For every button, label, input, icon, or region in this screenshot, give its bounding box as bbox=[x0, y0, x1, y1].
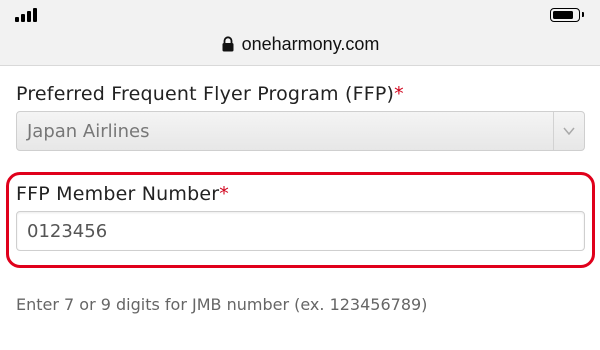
ffp-select[interactable]: Japan Airlines bbox=[16, 111, 585, 151]
lock-icon bbox=[222, 36, 234, 52]
dropdown-arrow-icon[interactable] bbox=[553, 112, 584, 150]
url-text: oneharmony.com bbox=[241, 33, 380, 54]
member-number-hint: Enter 7 or 9 digits for JMB number (ex. … bbox=[16, 295, 428, 314]
member-number-input[interactable] bbox=[16, 211, 585, 251]
ffp-selected-value: Japan Airlines bbox=[27, 121, 150, 142]
member-number-label: FFP Member Number* bbox=[16, 183, 229, 205]
signal-icon bbox=[15, 8, 39, 22]
member-number-label-text: FFP Member Number bbox=[16, 183, 220, 205]
battery-icon bbox=[550, 8, 584, 22]
ffp-label-text: Preferred Frequent Flyer Program (FFP) bbox=[16, 83, 395, 105]
address-bar[interactable]: oneharmony.com bbox=[0, 33, 600, 55]
browser-bar: oneharmony.com bbox=[0, 0, 600, 66]
required-mark: * bbox=[394, 83, 404, 105]
ffp-label: Preferred Frequent Flyer Program (FFP)* bbox=[16, 83, 404, 105]
required-mark: * bbox=[219, 183, 229, 205]
